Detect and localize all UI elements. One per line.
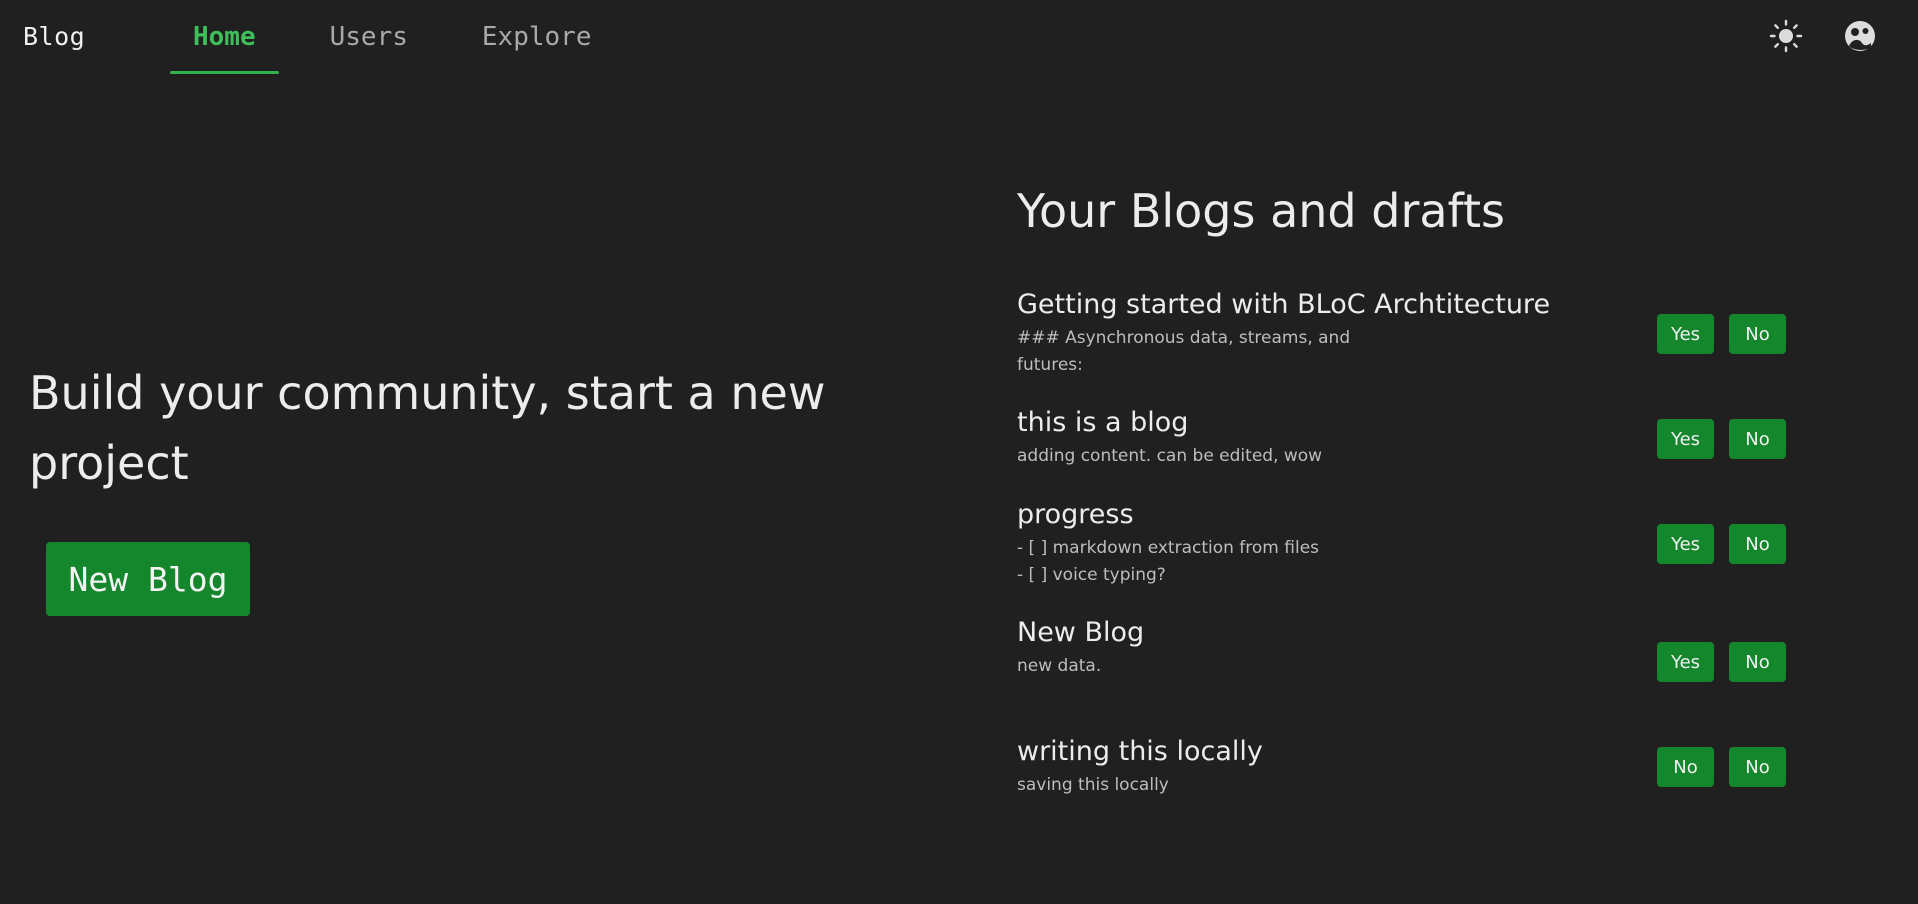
tab-home[interactable]: Home [170, 0, 279, 74]
blog-action-1-button[interactable]: Yes [1657, 642, 1714, 682]
blog-action-1-button[interactable]: Yes [1657, 419, 1714, 459]
blog-item[interactable]: this is a blog adding content. can be ed… [1017, 406, 1817, 470]
blog-action-2-button[interactable]: No [1729, 747, 1786, 787]
hero-title: Build your community, start a new projec… [29, 366, 826, 490]
main-nav: Home Users Explore [170, 0, 642, 74]
profile-button[interactable] [1842, 18, 1878, 54]
blog-item[interactable]: New Blog new data. Yes No [1017, 616, 1817, 682]
top-icons [1768, 18, 1878, 54]
top-navbar: Blog Home Users Explore [0, 0, 1918, 74]
avatar-icon [1845, 21, 1875, 51]
blog-actions: No No [1657, 747, 1786, 787]
tab-users[interactable]: Users [307, 0, 431, 74]
blog-action-1-button[interactable]: Yes [1657, 524, 1714, 564]
theme-toggle-button[interactable] [1768, 18, 1804, 54]
blog-snippet: saving this locally [1017, 775, 1169, 795]
blog-item[interactable]: progress - [ ] markdown extraction from … [1017, 498, 1817, 589]
blog-snippet: new data. [1017, 656, 1102, 676]
blog-actions: Yes No [1657, 314, 1786, 354]
blog-action-1-button[interactable]: No [1657, 747, 1714, 787]
blog-action-2-button[interactable]: No [1729, 524, 1786, 564]
sun-icon [1769, 19, 1803, 53]
hero-section: Build your community, start a new projec… [29, 358, 929, 616]
brand-logo[interactable]: Blog [23, 22, 85, 51]
blog-snippet: adding content. can be edited, wow [1017, 446, 1323, 466]
blog-action-2-button[interactable]: No [1729, 419, 1786, 459]
blog-action-2-button[interactable]: No [1729, 642, 1786, 682]
new-blog-button[interactable]: New Blog [46, 542, 250, 616]
blog-item[interactable]: Getting started with BLoC Archtitecture … [1017, 288, 1817, 379]
blogs-title: Your Blogs and drafts [1017, 184, 1505, 238]
blog-actions: Yes No [1657, 642, 1786, 682]
tab-explore[interactable]: Explore [459, 0, 615, 74]
blogs-panel: Your Blogs and drafts Getting started wi… [1017, 178, 1817, 795]
blog-action-2-button[interactable]: No [1729, 314, 1786, 354]
blog-actions: Yes No [1657, 419, 1786, 459]
blog-snippet: - [ ] markdown extraction from files - [… [1017, 538, 1320, 585]
blog-item[interactable]: writing this locally saving this locally… [1017, 735, 1817, 799]
blog-actions: Yes No [1657, 524, 1786, 564]
blog-snippet: ### Asynchronous data, streams, and futu… [1017, 328, 1351, 375]
blog-action-1-button[interactable]: Yes [1657, 314, 1714, 354]
